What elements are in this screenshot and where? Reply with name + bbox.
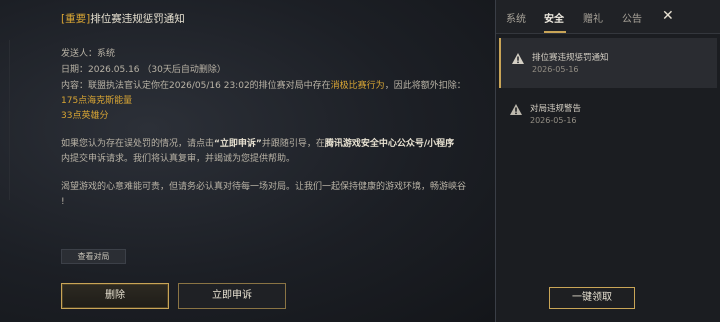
mail-body-paragraph-3: 渴望游戏的心意难能可贵，但请务必认真对待每一场对局。让我们一起保持健康的游戏环境… bbox=[61, 180, 486, 210]
mail-list-pane: 系统 安全 赠礼 公告 ✕ 排位赛违规惩罚通知 2026-05-16 对局违规警… bbox=[496, 0, 720, 322]
warning-mail-icon bbox=[512, 53, 524, 64]
penalty-hero-score: 33点英雄分 bbox=[61, 111, 109, 121]
mail-list-item-date: 2026-05-16 bbox=[530, 116, 577, 125]
body-bold-appeal: “立即申诉” bbox=[214, 139, 262, 149]
tab-security[interactable]: 安全 bbox=[544, 10, 564, 25]
mail-list-item-title: 对局违规警告 bbox=[530, 104, 582, 114]
mail-list-item-title: 排位赛违规惩罚通知 bbox=[532, 53, 609, 63]
mail-title-tag: [重要] bbox=[61, 13, 91, 25]
mail-body-paragraph-2: 如果您认为存在误处罚的情况，请点击“立即申诉”并跟随引导，在腾讯游戏安全中心公众… bbox=[61, 137, 486, 167]
warning-icon bbox=[510, 104, 522, 115]
mail-sender: 发送人：系统 bbox=[61, 49, 116, 59]
left-edge-divider bbox=[0, 40, 10, 200]
body-text: 并跟随引导，在 bbox=[261, 139, 325, 149]
active-tab-underline bbox=[544, 31, 566, 33]
mail-list-item-date: 2026-05-16 bbox=[532, 65, 579, 74]
claim-all-button[interactable]: 一键领取 bbox=[549, 287, 635, 309]
close-icon[interactable]: ✕ bbox=[662, 8, 674, 24]
tab-system[interactable]: 系统 bbox=[506, 10, 526, 25]
mail-list-item[interactable]: 对局违规警告 2026-05-16 bbox=[499, 89, 717, 139]
body-text: 渴望游戏的心意难能可贵，但请务必认真对待每一场对局。让我们一起保持健康的游戏环境… bbox=[61, 182, 467, 192]
delete-button[interactable]: 删除 bbox=[61, 283, 169, 309]
body-bold-security-center: 腾讯游戏安全中心公众号/小程序 bbox=[324, 139, 455, 149]
view-battle-button[interactable]: 查看对局 bbox=[61, 249, 126, 264]
body-text: 内容：联盟执法官认定你在2026/05/16 23:02的排位赛对局中存在 bbox=[61, 81, 331, 91]
mail-tabs: 系统 安全 赠礼 公告 ✕ bbox=[496, 0, 720, 34]
body-text: 如果您认为存在误处罚的情况，请点击 bbox=[61, 139, 215, 149]
penalty-hextech: 175点海克斯能量 bbox=[61, 96, 133, 106]
body-text: ，因此将额外扣除： bbox=[384, 81, 466, 91]
mail-date: 日期：2026.05.16 （30天后自动删除） bbox=[61, 65, 226, 75]
body-highlight: 消极比赛行为 bbox=[330, 81, 385, 91]
appeal-button[interactable]: 立即申诉 bbox=[178, 283, 286, 309]
mail-body-paragraph-1: 内容：联盟执法官认定你在2026/05/16 23:02的排位赛对局中存在消极比… bbox=[61, 79, 486, 124]
body-text: 内提交申诉请求。我们将认真复审，并竭诚为您提供帮助。 bbox=[61, 154, 296, 164]
tab-announcement[interactable]: 公告 bbox=[622, 10, 642, 25]
mail-title-text: 排位赛违规惩罚通知 bbox=[90, 13, 185, 25]
mail-title: [重要]排位赛违规惩罚通知 bbox=[61, 11, 185, 26]
mail-detail-pane: [重要]排位赛违规惩罚通知 发送人：系统 日期：2026.05.16 （30天后… bbox=[0, 0, 496, 322]
mail-list-item[interactable]: 排位赛违规惩罚通知 2026-05-16 bbox=[499, 38, 717, 88]
tab-gift[interactable]: 赠礼 bbox=[583, 10, 603, 25]
body-text: ! bbox=[61, 197, 65, 207]
